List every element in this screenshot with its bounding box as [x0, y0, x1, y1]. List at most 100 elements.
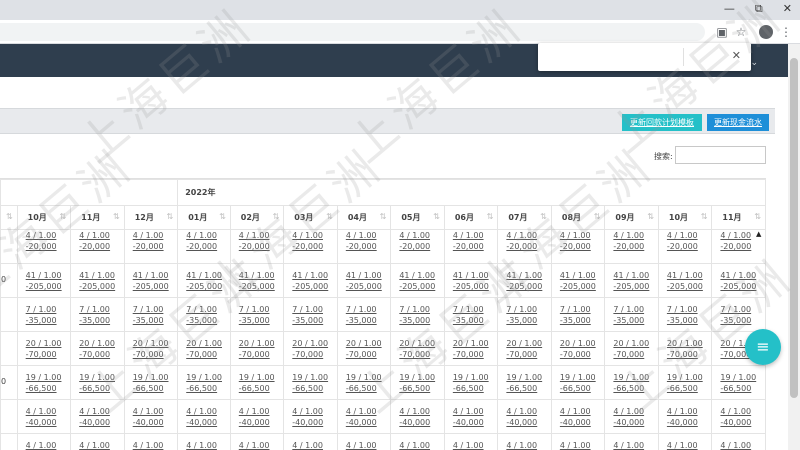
cell-link[interactable]: 41 / 1.00 -205,000: [720, 265, 764, 293]
cell-link[interactable]: 20 / 1.00 -70,000: [186, 333, 229, 361]
month-header[interactable]: 06月 ⇅: [443, 205, 499, 230]
month-header[interactable]: 12月 ⇅: [123, 205, 179, 230]
cell-link[interactable]: 19 / 1.00 -66,500: [720, 367, 764, 395]
cell-link[interactable]: 4 / 1.00 -20,000: [26, 231, 70, 253]
cell-link[interactable]: 4 / 1.00-40,000: [453, 401, 497, 429]
cell-link[interactable]: 20 / 1.00 -70,000: [399, 333, 443, 361]
month-header[interactable]: 05月 ⇅: [390, 205, 445, 230]
cell-link[interactable]: 7 / 1.00 -35,000: [133, 299, 177, 327]
month-header[interactable]: 03月 ⇅: [283, 205, 338, 230]
cell-link[interactable]: 4 / 1.00 -20,000: [79, 231, 123, 253]
cell-link[interactable]: 4 / 1.00-40,000: [346, 401, 390, 429]
browser-menu-icon[interactable]: ⋮: [778, 24, 794, 40]
cell-link[interactable]: 4 / 1.00-40,000: [239, 401, 283, 429]
cell-link[interactable]: 19 / 1.00 -66,500: [346, 367, 390, 395]
sort-icon[interactable]: ⇅: [433, 212, 440, 221]
cell-link[interactable]: 41 / 1.00 -205,000: [292, 265, 336, 293]
cell-link[interactable]: 41 / 1.00 -205,000: [667, 265, 711, 293]
cell-link[interactable]: 4 / 1.00 -20,000: [613, 231, 657, 253]
month-header[interactable]: 10月 ⇅: [657, 205, 713, 230]
update-payment-plan-template-button[interactable]: 更新回款计划模板: [622, 114, 702, 131]
sort-icon[interactable]: ⇅: [487, 212, 494, 221]
sort-icon[interactable]: ⇅: [540, 212, 547, 221]
cell-link[interactable]: 4 / 1.00-40,000: [133, 435, 177, 450]
cell-link[interactable]: 41 / 1.00 -205,000: [560, 265, 604, 293]
cell-link[interactable]: 20 / 1.00 -70,000: [506, 333, 550, 361]
popup-close-icon[interactable]: ✕: [732, 49, 741, 62]
page-scrollbar[interactable]: [788, 44, 800, 450]
cell-link[interactable]: 41 / 1.00 -205,000: [399, 265, 443, 293]
cell-link[interactable]: 19 / 1.00 -66,500: [79, 367, 123, 395]
cell-link[interactable]: 4 / 1.00-40,000: [239, 435, 283, 450]
cell-link[interactable]: 7 / 1.00 -35,000: [399, 299, 443, 327]
cell-link[interactable]: 41 / 1.00 -205,000: [133, 265, 177, 293]
cell-link[interactable]: 20 / 1.00 -70,000: [613, 333, 657, 361]
cell-link[interactable]: 7 / 1.00 -35,000: [667, 299, 711, 327]
sort-icon[interactable]: ⇅: [167, 212, 174, 221]
cell-link[interactable]: 19 / 1.00 -66,500: [292, 367, 336, 395]
cell-link[interactable]: 7 / 1.00 -35,000: [186, 299, 229, 327]
cell-link[interactable]: 20 / 1.00 -70,000: [26, 333, 70, 361]
address-bar[interactable]: [0, 23, 705, 41]
cell-link[interactable]: 4 / 1.00-40,000: [613, 435, 657, 450]
sort-icon[interactable]: ⇅: [273, 212, 280, 221]
cell-link[interactable]: 20 / 1.00 -70,000: [292, 333, 336, 361]
sort-icon[interactable]: ⇅: [59, 212, 66, 221]
sort-icon[interactable]: ⇅: [647, 212, 654, 221]
sort-icon[interactable]: ⇅: [326, 212, 333, 221]
cell-link[interactable]: 4 / 1.00-40,000: [292, 401, 336, 429]
search-input[interactable]: [675, 146, 766, 164]
sort-icon[interactable]: ⇅: [754, 212, 761, 221]
cell-link[interactable]: 4 / 1.00-40,000: [26, 435, 70, 450]
sort-icon[interactable]: ⇅: [6, 212, 13, 221]
cell-link[interactable]: 7 / 1.00 -35,000: [292, 299, 336, 327]
cell-link[interactable]: 7 / 1.00 -35,000: [26, 299, 70, 327]
minimize-icon[interactable]: —: [724, 2, 735, 16]
cell-link[interactable]: 4 / 1.00-40,000: [399, 401, 443, 429]
cell-link[interactable]: 20 / 1.00 -70,000: [133, 333, 177, 361]
month-header[interactable]: 01月 ⇅: [177, 205, 231, 230]
month-header[interactable]: 04月 ⇅: [336, 205, 392, 230]
cell-link[interactable]: 4 / 1.00-40,000: [720, 401, 764, 429]
cell-link[interactable]: 19 / 1.00 -66,500: [26, 367, 70, 395]
cell-link[interactable]: 4 / 1.00-40,000: [506, 435, 550, 450]
cell-link[interactable]: 20 / 1.00 -70,000: [667, 333, 711, 361]
cell-link[interactable]: 41 / 1.00 -205,000: [346, 265, 390, 293]
cell-link[interactable]: 4 / 1.00 -20,000: [453, 231, 497, 253]
cell-link[interactable]: 7 / 1.00 -35,000: [720, 299, 764, 327]
cell-link[interactable]: 41 / 1.00 -205,000: [79, 265, 123, 293]
month-header[interactable]: 11月 ⇅: [70, 205, 125, 230]
cell-link[interactable]: 4 / 1.00-40,000: [133, 401, 177, 429]
cell-link[interactable]: 20 / 1.00 -70,000: [79, 333, 123, 361]
cell-link[interactable]: 4 / 1.00-40,000: [720, 435, 764, 450]
cell-link[interactable]: 7 / 1.00 -35,000: [613, 299, 657, 327]
cell-link[interactable]: 41 / 1.00 -205,000: [613, 265, 657, 293]
cell-link[interactable]: 4 / 1.00 -20,000: [239, 231, 283, 253]
bookmark-star-icon[interactable]: ☆: [733, 24, 749, 40]
sort-icon[interactable]: ⇅: [701, 212, 708, 221]
close-window-icon[interactable]: ✕: [783, 2, 792, 16]
cell-link[interactable]: 4 / 1.00 -20,000: [667, 231, 711, 253]
cell-link[interactable]: 4 / 1.00-40,000: [79, 435, 123, 450]
cell-link[interactable]: 4 / 1.00-40,000: [613, 401, 657, 429]
month-header[interactable]: 10月 ⇅: [16, 205, 72, 230]
cell-link[interactable]: 20 / 1.00 -70,000: [453, 333, 497, 361]
cell-link[interactable]: 4 / 1.00-40,000: [186, 401, 229, 429]
cell-link[interactable]: 4 / 1.00-40,000: [292, 435, 336, 450]
cell-link[interactable]: 7 / 1.00 -35,000: [79, 299, 123, 327]
cell-link[interactable]: 4 / 1.00-40,000: [79, 401, 123, 429]
cell-link[interactable]: 20 / 1.00 -70,000: [560, 333, 604, 361]
cell-link[interactable]: 19 / 1.00 -66,500: [667, 367, 711, 395]
floating-menu-button[interactable]: ≡: [745, 329, 781, 365]
table-scroll-up-icon[interactable]: ▲: [756, 230, 761, 238]
update-cash-flow-button[interactable]: 更新现金流水: [707, 114, 769, 131]
cell-link[interactable]: 41 / 1.00 -205,000: [239, 265, 283, 293]
cell-link[interactable]: 19 / 1.00 -66,500: [506, 367, 550, 395]
cell-link[interactable]: 41 / 1.00 -205,000: [26, 265, 70, 293]
cell-link[interactable]: 4 / 1.00-40,000: [560, 401, 604, 429]
cell-link[interactable]: 7 / 1.00 -35,000: [560, 299, 604, 327]
cell-link[interactable]: 20 / 1.00 -70,000: [239, 333, 283, 361]
cell-link[interactable]: 4 / 1.00-40,000: [667, 435, 711, 450]
cell-link[interactable]: 20 / 1.00 -70,000: [346, 333, 390, 361]
cell-link[interactable]: 19 / 1.00 -66,500: [133, 367, 177, 395]
